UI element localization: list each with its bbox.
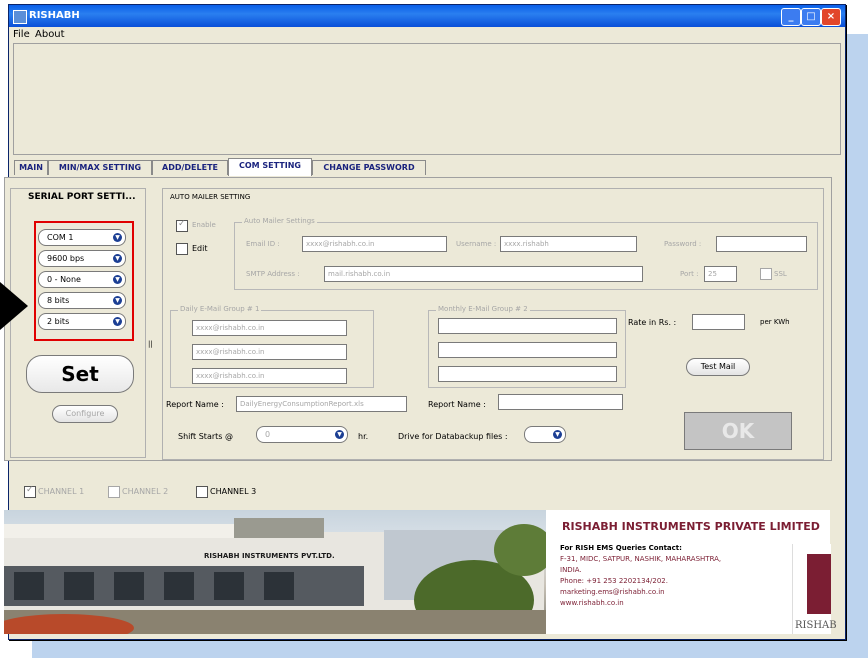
chevron-down-icon: ▼ — [113, 254, 122, 263]
drive-label: Drive for Databackup files : — [398, 432, 508, 441]
report-name-label-2: Report Name : — [428, 400, 486, 409]
rate-field[interactable] — [692, 314, 745, 330]
chevron-down-icon: ▼ — [113, 296, 122, 305]
contact-info: For RISH EMS Queries Contact: F-31, MIDC… — [560, 544, 721, 610]
edit-checkbox[interactable] — [176, 243, 188, 255]
port-field[interactable]: 25 — [704, 266, 737, 282]
smtp-address-label: SMTP Address : — [246, 270, 300, 278]
shift-start-value: 0 — [265, 430, 271, 439]
menu-file[interactable]: File — [13, 29, 30, 40]
company-banner: RISHABH INSTRUMENTS PVT.LTD. RISHABH INS… — [4, 510, 837, 634]
logo-text: RISHAB — [795, 620, 837, 631]
channel-3-checkbox[interactable] — [196, 486, 208, 498]
separator-mark: || — [148, 340, 153, 348]
ssl-checkbox[interactable] — [760, 268, 772, 280]
contact-email: marketing.ems@rishabh.co.in — [560, 588, 665, 596]
menu-about[interactable]: About — [35, 29, 65, 40]
channel-1-checkbox[interactable] — [24, 485, 36, 498]
username-label: Username : — [456, 240, 497, 248]
chevron-down-icon: ▼ — [553, 430, 562, 439]
shift-starts-label: Shift Starts @ — [178, 432, 233, 441]
username-field[interactable]: xxxx.rishabh — [500, 236, 637, 252]
data-bits-value: 8 bits — [47, 296, 70, 305]
log-area — [13, 43, 841, 155]
title-bar: RISHABH _ □ × — [9, 5, 845, 27]
tab-main[interactable]: MAIN — [14, 160, 48, 175]
auto-mailer-title: AUTO MAILER SETTING — [170, 193, 251, 201]
close-button[interactable]: × — [821, 8, 841, 26]
contact-address-1: F-31, MIDC, SATPUR, NASHIK, MAHARASHTRA, — [560, 555, 722, 563]
channel-1-label: CHANNEL 1 — [38, 487, 85, 496]
building-illustration — [4, 518, 546, 634]
app-icon — [13, 10, 27, 24]
monthly-email-group-title: Monthly E-Mail Group # 2 — [436, 305, 530, 313]
daily-email-2[interactable]: xxxx@rishabh.co.in — [192, 344, 347, 360]
building-sign: RISHABH INSTRUMENTS PVT.LTD. — [204, 552, 335, 560]
daily-email-3[interactable]: xxxx@rishabh.co.in — [192, 368, 347, 384]
report-name-field-2[interactable] — [498, 394, 623, 410]
edit-label: Edit — [192, 244, 208, 253]
company-name: RISHABH INSTRUMENTS PRIVATE LIMITED — [562, 520, 820, 533]
stop-bits-value: 2 bits — [47, 317, 70, 326]
contact-title: For RISH EMS Queries Contact: — [560, 544, 682, 552]
company-logo: RISHAB — [792, 544, 837, 634]
monthly-email-1[interactable] — [438, 318, 617, 334]
ok-button[interactable]: OK — [684, 412, 792, 450]
window-title: RISHABH — [29, 10, 80, 21]
daily-email-group-title: Daily E-Mail Group # 1 — [178, 305, 262, 313]
smtp-address-field[interactable]: mail.rishabh.co.in — [324, 266, 643, 282]
com-port-select[interactable]: COM 1 ▼ — [38, 229, 126, 246]
auto-mailer-settings-title: Auto Mailer Settings — [242, 217, 317, 225]
email-id-label: Email ID : — [246, 240, 280, 248]
test-mail-button[interactable]: Test Mail — [686, 358, 750, 376]
chevron-down-icon: ▼ — [335, 430, 344, 439]
logo-mark — [807, 554, 831, 614]
channel-2-label: CHANNEL 2 — [122, 487, 169, 496]
enable-label: Enable — [192, 221, 216, 229]
rate-label: Rate in Rs. : — [628, 318, 677, 327]
building-photo: RISHABH INSTRUMENTS PVT.LTD. — [4, 510, 546, 634]
report-name-field-1[interactable]: DailyEnergyConsumptionReport.xls — [236, 396, 407, 412]
serial-port-title: SERIAL PORT SETTI... — [28, 192, 136, 202]
minimize-button[interactable]: _ — [781, 8, 801, 26]
baud-rate-select[interactable]: 9600 bps ▼ — [38, 250, 126, 267]
tab-minmax-setting[interactable]: MIN/MAX SETTING — [48, 160, 152, 175]
channel-2-checkbox[interactable] — [108, 486, 120, 498]
parity-select[interactable]: 0 - None ▼ — [38, 271, 126, 288]
contact-web: www.rishabh.co.in — [560, 599, 624, 607]
data-bits-select[interactable]: 8 bits ▼ — [38, 292, 126, 309]
contact-phone: Phone: +91 253 2202134/202. — [560, 577, 668, 585]
rate-unit: per KWh — [760, 318, 790, 326]
chevron-down-icon: ▼ — [113, 233, 122, 242]
drive-select[interactable]: ▼ — [524, 426, 566, 443]
maximize-button[interactable]: □ — [801, 8, 821, 26]
parity-value: 0 - None — [47, 275, 81, 284]
monthly-email-3[interactable] — [438, 366, 617, 382]
com-port-value: COM 1 — [47, 233, 74, 242]
password-label: Password : — [664, 240, 702, 248]
channel-3-label: CHANNEL 3 — [210, 487, 257, 496]
stop-bits-select[interactable]: 2 bits ▼ — [38, 313, 126, 330]
set-button[interactable]: Set — [26, 355, 134, 393]
shift-start-select[interactable]: 0 ▼ — [256, 426, 348, 443]
enable-checkbox[interactable] — [176, 219, 188, 232]
shift-unit: hr. — [358, 432, 369, 441]
configure-button[interactable]: Configure — [52, 405, 118, 423]
port-label: Port : — [680, 270, 699, 278]
chevron-down-icon: ▼ — [113, 275, 122, 284]
password-field[interactable] — [716, 236, 807, 252]
tab-change-password[interactable]: CHANGE PASSWORD — [312, 160, 426, 175]
report-name-label-1: Report Name : — [166, 400, 224, 409]
menu-bar: File About — [9, 27, 845, 43]
baud-rate-value: 9600 bps — [47, 254, 85, 263]
email-id-field[interactable]: xxxx@rishabh.co.in — [302, 236, 447, 252]
tab-add-delete[interactable]: ADD/DELETE — [152, 160, 228, 175]
tab-com-setting[interactable]: COM SETTING — [228, 158, 312, 176]
chevron-down-icon: ▼ — [113, 317, 122, 326]
contact-address-2: INDIA. — [560, 566, 582, 574]
ssl-label: SSL — [774, 270, 787, 278]
daily-email-1[interactable]: xxxx@rishabh.co.in — [192, 320, 347, 336]
monthly-email-2[interactable] — [438, 342, 617, 358]
pointer-arrow-icon — [0, 282, 28, 330]
